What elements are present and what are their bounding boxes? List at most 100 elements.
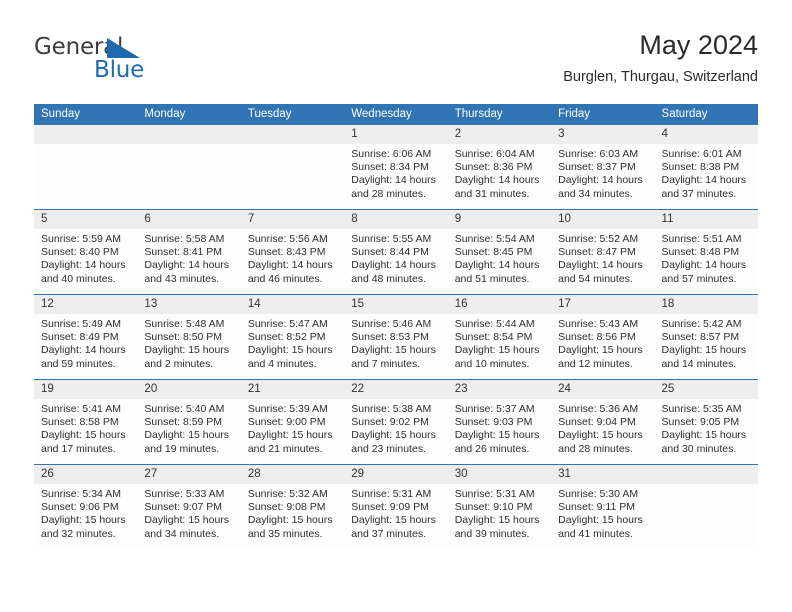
day-number: 18 xyxy=(654,295,758,314)
calendar-cell-day-15[interactable]: 15 Sunrise: 5:46 AM Sunset: 8:53 PM Dayligh… xyxy=(344,294,448,380)
calendar-header-row: Sunday Monday Tuesday Wednesday Thursday… xyxy=(34,104,758,125)
sunset-text: Sunset: 9:04 PM xyxy=(558,416,636,429)
calendar-cell-day-9[interactable]: 9 Sunrise: 5:54 AM Sunset: 8:45 PM Daylight… xyxy=(447,209,552,295)
calendar-cell-day-20[interactable]: 20 Sunrise: 5:40 AM Sunset: 8:59 PM Dayligh… xyxy=(137,379,241,465)
sunrise-text: Sunrise: 5:38 AM xyxy=(351,403,432,415)
sunrise-text: Sunrise: 5:48 AM xyxy=(144,318,225,330)
sunrise-text: Sunrise: 5:46 AM xyxy=(351,318,432,330)
daylight-text: Daylight: 15 hours and 30 minutes. xyxy=(661,429,747,455)
calendar-cell-day-31[interactable]: 31 Sunrise: 5:30 AM Sunset: 9:11 PM Dayligh… xyxy=(551,464,655,549)
daylight-text: Daylight: 15 hours and 28 minutes. xyxy=(558,429,643,455)
calendar-cell-day-27[interactable]: 27 Sunrise: 5:33 AM Sunset: 9:07 PM Dayligh… xyxy=(137,464,241,549)
calendar-cell-day-16[interactable]: 16 Sunrise: 5:44 AM Sunset: 8:54 PM Dayligh… xyxy=(447,294,552,380)
calendar-cell-day-5[interactable]: 5 Sunrise: 5:59 AM Sunset: 8:40 PM Daylight… xyxy=(34,209,138,295)
day-number: 8 xyxy=(344,210,448,229)
daylight-text: Daylight: 15 hours and 41 minutes. xyxy=(558,514,643,540)
calendar-cell-day-18[interactable]: 18 Sunrise: 5:42 AM Sunset: 8:57 PM Dayligh… xyxy=(654,294,758,380)
sunrise-text: Sunrise: 5:44 AM xyxy=(454,318,535,330)
daylight-text: Daylight: 14 hours and 57 minutes. xyxy=(661,259,747,285)
daylight-text: Daylight: 14 hours and 31 minutes. xyxy=(454,174,540,200)
sunset-text: Sunset: 8:37 PM xyxy=(558,161,636,174)
calendar-cell-day-19[interactable]: 19 Sunrise: 5:41 AM Sunset: 8:58 PM Dayligh… xyxy=(34,379,138,465)
calendar-cell-empty xyxy=(34,125,138,210)
daylight-text: Daylight: 14 hours and 43 minutes. xyxy=(144,259,230,285)
calendar-cell-day-30[interactable]: 30 Sunrise: 5:31 AM Sunset: 9:10 PM Dayligh… xyxy=(447,464,552,549)
calendar-cell-day-10[interactable]: 10 Sunrise: 5:52 AM Sunset: 8:47 PM Dayligh… xyxy=(551,209,655,295)
daylight-text: Daylight: 15 hours and 19 minutes. xyxy=(144,429,230,455)
weekday-header-wednesday: Wednesday xyxy=(344,104,448,125)
daylight-text: Daylight: 15 hours and 2 minutes. xyxy=(144,344,230,370)
sunset-text: Sunset: 9:06 PM xyxy=(41,501,119,514)
sunrise-text: Sunrise: 5:51 AM xyxy=(661,233,742,245)
calendar-cell-day-28[interactable]: 28 Sunrise: 5:32 AM Sunset: 9:08 PM Dayligh… xyxy=(240,464,345,549)
sunrise-text: Sunrise: 5:43 AM xyxy=(558,318,639,330)
calendar-cell-day-12[interactable]: 12 Sunrise: 5:49 AM Sunset: 8:49 PM Dayligh… xyxy=(34,294,138,380)
sunrise-text: Sunrise: 5:34 AM xyxy=(41,488,121,500)
sunrise-text: Sunrise: 5:37 AM xyxy=(454,403,535,415)
daylight-text: Daylight: 14 hours and 28 minutes. xyxy=(351,174,436,200)
day-number xyxy=(34,125,138,144)
calendar-week-row: 26 Sunrise: 5:34 AM Sunset: 9:06 PM Dayligh… xyxy=(34,464,758,549)
calendar-cell-day-23[interactable]: 23 Sunrise: 5:37 AM Sunset: 9:03 PM Dayligh… xyxy=(447,379,552,465)
daylight-text: Daylight: 15 hours and 10 minutes. xyxy=(454,344,540,370)
sunrise-text: Sunrise: 5:32 AM xyxy=(247,488,328,500)
brand-logo[interactable]: General Blue xyxy=(34,34,234,90)
weekday-header-friday: Friday xyxy=(551,104,655,125)
sunset-text: Sunset: 8:41 PM xyxy=(144,246,223,259)
calendar-cell-empty xyxy=(137,125,241,210)
daylight-text: Daylight: 15 hours and 37 minutes. xyxy=(351,514,436,540)
day-number: 1 xyxy=(344,125,448,144)
calendar-cell-day-25[interactable]: 25 Sunrise: 5:35 AM Sunset: 9:05 PM Dayligh… xyxy=(654,379,758,465)
calendar-cell-day-22[interactable]: 22 Sunrise: 5:38 AM Sunset: 9:02 PM Dayligh… xyxy=(344,379,448,465)
day-details: Sunrise: 5:48 AM Sunset: 8:50 PM Daylight:… xyxy=(137,314,240,371)
daylight-text: Daylight: 15 hours and 4 minutes. xyxy=(247,344,333,370)
day-number: 23 xyxy=(447,380,552,399)
daylight-text: Daylight: 15 hours and 12 minutes. xyxy=(558,344,643,370)
calendar-cell-day-7[interactable]: 7 Sunrise: 5:56 AM Sunset: 8:43 PM Daylight… xyxy=(240,209,345,295)
day-number: 14 xyxy=(240,295,345,314)
calendar-cell-day-29[interactable]: 29 Sunrise: 5:31 AM Sunset: 9:09 PM Dayligh… xyxy=(344,464,448,549)
calendar-cell-day-6[interactable]: 6 Sunrise: 5:58 AM Sunset: 8:41 PM Daylight… xyxy=(137,209,241,295)
sunrise-text: Sunrise: 5:31 AM xyxy=(351,488,432,500)
day-details: Sunrise: 5:41 AM Sunset: 8:58 PM Daylight:… xyxy=(34,399,137,456)
calendar-cell-day-21[interactable]: 21 Sunrise: 5:39 AM Sunset: 9:00 PM Dayligh… xyxy=(240,379,345,465)
daylight-text: Daylight: 14 hours and 34 minutes. xyxy=(558,174,643,200)
sunrise-text: Sunrise: 5:47 AM xyxy=(247,318,328,330)
calendar-week-row: 12 Sunrise: 5:49 AM Sunset: 8:49 PM Dayligh… xyxy=(34,294,758,380)
calendar-cell-day-11[interactable]: 11 Sunrise: 5:51 AM Sunset: 8:48 PM Dayligh… xyxy=(654,209,758,295)
calendar-cell-day-1[interactable]: 1 Sunrise: 6:06 AM Sunset: 8:34 PM Daylight… xyxy=(344,125,448,210)
sunrise-text: Sunrise: 5:49 AM xyxy=(41,318,121,330)
sunrise-text: Sunrise: 6:06 AM xyxy=(351,148,432,160)
day-details: Sunrise: 5:52 AM Sunset: 8:47 PM Daylight:… xyxy=(551,229,654,286)
daylight-text: Daylight: 14 hours and 46 minutes. xyxy=(247,259,333,285)
sunrise-text: Sunrise: 5:55 AM xyxy=(351,233,432,245)
calendar-cell-day-17[interactable]: 17 Sunrise: 5:43 AM Sunset: 8:56 PM Dayligh… xyxy=(551,294,655,380)
sunrise-text: Sunrise: 6:01 AM xyxy=(661,148,742,160)
sunset-text: Sunset: 8:49 PM xyxy=(41,331,119,344)
day-details: Sunrise: 5:39 AM Sunset: 9:00 PM Daylight:… xyxy=(241,399,344,456)
calendar-cell-day-14[interactable]: 14 Sunrise: 5:47 AM Sunset: 8:52 PM Dayligh… xyxy=(240,294,345,380)
calendar-cell-day-26[interactable]: 26 Sunrise: 5:34 AM Sunset: 9:06 PM Dayligh… xyxy=(34,464,138,549)
day-details: Sunrise: 5:35 AM Sunset: 9:05 PM Daylight:… xyxy=(655,399,758,456)
page-header: General Blue May 2024 Burglen, Thurgau, … xyxy=(34,28,758,98)
sunset-text: Sunset: 8:40 PM xyxy=(41,246,119,259)
calendar-week-row: 1 Sunrise: 6:06 AM Sunset: 8:34 PM Daylight… xyxy=(34,125,758,210)
calendar-cell-day-24[interactable]: 24 Sunrise: 5:36 AM Sunset: 9:04 PM Dayligh… xyxy=(551,379,655,465)
calendar-cell-day-4[interactable]: 4 Sunrise: 6:01 AM Sunset: 8:38 PM Daylight… xyxy=(654,125,758,210)
calendar-cell-day-8[interactable]: 8 Sunrise: 5:55 AM Sunset: 8:44 PM Daylight… xyxy=(344,209,448,295)
calendar-week-row: 5 Sunrise: 5:59 AM Sunset: 8:40 PM Daylight… xyxy=(34,209,758,295)
day-details: Sunrise: 6:04 AM Sunset: 8:36 PM Daylight:… xyxy=(448,144,551,201)
calendar-cell-day-3[interactable]: 3 Sunrise: 6:03 AM Sunset: 8:37 PM Daylight… xyxy=(551,125,655,210)
sunset-text: Sunset: 8:34 PM xyxy=(351,161,429,174)
sunset-text: Sunset: 8:53 PM xyxy=(351,331,429,344)
sunset-text: Sunset: 9:08 PM xyxy=(247,501,326,514)
sunrise-text: Sunrise: 5:59 AM xyxy=(41,233,121,245)
day-number xyxy=(240,125,345,144)
day-details: Sunrise: 5:47 AM Sunset: 8:52 PM Daylight:… xyxy=(241,314,344,371)
day-number: 7 xyxy=(240,210,345,229)
day-details: Sunrise: 5:54 AM Sunset: 8:45 PM Daylight:… xyxy=(448,229,551,286)
sunset-text: Sunset: 9:00 PM xyxy=(247,416,326,429)
calendar-cell-day-13[interactable]: 13 Sunrise: 5:48 AM Sunset: 8:50 PM Dayligh… xyxy=(137,294,241,380)
daylight-text: Daylight: 15 hours and 35 minutes. xyxy=(247,514,333,540)
calendar-cell-day-2[interactable]: 2 Sunrise: 6:04 AM Sunset: 8:36 PM Daylight… xyxy=(447,125,552,210)
